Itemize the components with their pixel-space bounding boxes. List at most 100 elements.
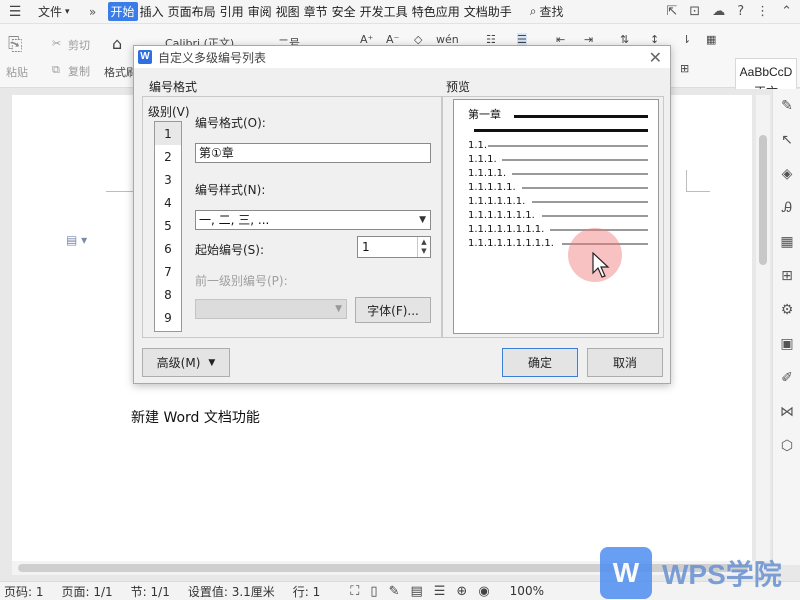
hamburger-menu-icon[interactable]: ☰	[0, 4, 30, 20]
dialog-title-bar: W 自定义多级编号列表 ✕	[134, 46, 670, 68]
borders-icon[interactable]: ⊞	[680, 62, 689, 75]
paste-button[interactable]: 粘贴	[6, 64, 28, 80]
page-view-icon[interactable]: ▤	[410, 584, 422, 599]
level-item-1[interactable]: 1	[155, 122, 181, 145]
tab-features[interactable]: 特色应用	[410, 3, 462, 20]
level-item-8[interactable]: 8	[155, 283, 181, 306]
preview-line	[488, 145, 648, 147]
apps-icon[interactable]: ⊞	[773, 259, 800, 293]
spinner-buttons[interactable]: ▲ ▼	[417, 237, 430, 257]
shapes-icon[interactable]: ◈	[773, 157, 800, 191]
font-button[interactable]: 字体(F)...	[355, 297, 431, 323]
chevron-down-icon: ▾	[65, 6, 70, 17]
custom-multilevel-list-dialog: W 自定义多级编号列表 ✕ 编号格式 级别(V) 1 2 3 4 5 6 7 8…	[133, 45, 671, 384]
preview-number: 1.1.1.	[468, 153, 497, 165]
preview-heading: 第一章	[468, 108, 501, 121]
preview-row-3: 1.1.1.	[468, 153, 497, 165]
start-at-spinner[interactable]: 1 ▲ ▼	[357, 236, 431, 258]
status-page-number: 页码: 1	[4, 584, 44, 599]
level-item-9[interactable]: 9	[155, 306, 181, 329]
adjust-icon[interactable]: ⚙	[773, 293, 800, 327]
help-icon[interactable]: ?	[737, 4, 744, 19]
spin-down-icon[interactable]: ▼	[421, 247, 426, 256]
level-item-3[interactable]: 3	[155, 168, 181, 191]
sort-icon[interactable]: ⇂	[682, 33, 691, 46]
tab-references[interactable]: 引用	[218, 3, 246, 20]
preview-row-4: 1.1.1.1.	[468, 167, 506, 179]
level-list[interactable]: 1 2 3 4 5 6 7 8 9	[154, 121, 182, 332]
advanced-button[interactable]: 高级(M) ▼	[142, 348, 230, 377]
close-icon[interactable]: ✕	[649, 48, 662, 67]
outline-view-icon[interactable]: ☰	[434, 584, 446, 599]
search-icon: ⌕	[529, 4, 537, 18]
menu-bar: ☰ 文件 ▾ » 开始 插入 页面布局 引用 审阅 视图 章节 安全 开发工具 …	[0, 0, 800, 24]
document-icon[interactable]: ▤ ▾	[66, 233, 87, 247]
shield-icon[interactable]: ⬡	[773, 429, 800, 463]
tab-security[interactable]: 安全	[330, 3, 358, 20]
copy-button[interactable]: 复制	[68, 63, 90, 79]
preview-line	[502, 159, 648, 161]
collapse-icon[interactable]: ⌃	[781, 4, 792, 19]
save-cloud-icon[interactable]: ⊡	[689, 4, 700, 19]
more-icon[interactable]: »	[78, 5, 108, 19]
cancel-button[interactable]: 取消	[587, 348, 663, 377]
number-style-select[interactable]: 一, 二, 三, ... ▼	[195, 210, 431, 230]
status-setting: 设置值: 3.1厘米	[187, 584, 275, 599]
tab-insert[interactable]: 插入	[138, 3, 166, 20]
tab-review[interactable]: 审阅	[246, 3, 274, 20]
preview-line	[512, 173, 648, 175]
select-icon[interactable]: ↖	[773, 123, 800, 157]
edit-icon[interactable]: ✐	[773, 361, 800, 395]
vertical-scrollbar[interactable]	[756, 95, 770, 561]
paste-icon[interactable]: ⎘	[8, 34, 22, 55]
tab-home[interactable]: 开始	[107, 2, 138, 21]
preview-row-2: 1.1.	[468, 139, 487, 151]
level-item-2[interactable]: 2	[155, 145, 181, 168]
preview-number: 1.1.1.1.1.1.1.1.1.	[468, 237, 554, 249]
tab-view[interactable]: 视图	[274, 3, 302, 20]
status-pages: 页面: 1/1	[61, 584, 113, 599]
pen-icon[interactable]: ✎	[773, 89, 800, 123]
sync-icon[interactable]: ☁	[712, 4, 725, 19]
number-style-value: 一, 二, 三, ...	[199, 213, 270, 227]
tab-developer[interactable]: 开发工具	[358, 3, 410, 20]
grid-icon[interactable]: ▦	[773, 225, 800, 259]
vertical-scroll-thumb[interactable]	[759, 135, 767, 265]
level-label: 级别(V)	[148, 105, 190, 119]
previous-level-select: ▼	[195, 299, 347, 319]
level-item-5[interactable]: 5	[155, 214, 181, 237]
image-icon[interactable]: ▣	[773, 327, 800, 361]
advanced-label: 高级(M)	[156, 356, 201, 370]
share-icon[interactable]: ⇱	[666, 4, 677, 19]
preview-section-label: 预览	[446, 80, 471, 94]
tab-chapter[interactable]: 章节	[302, 3, 330, 20]
crop-mark-top-left	[106, 170, 134, 192]
ok-button[interactable]: 确定	[502, 348, 578, 377]
eye-icon[interactable]: ◉	[478, 584, 489, 599]
tab-doc-assistant[interactable]: 文档助手	[462, 3, 514, 20]
more-options-icon[interactable]: ⋮	[756, 4, 769, 19]
preview-row-8: 1.1.1.1.1.1.1.1.	[468, 223, 544, 235]
level-item-6[interactable]: 6	[155, 237, 181, 260]
search-button[interactable]: ⌕ 查找	[530, 3, 564, 20]
share-sidebar-icon[interactable]: ⋈	[773, 395, 800, 429]
level-item-4[interactable]: 4	[155, 191, 181, 214]
web-view-icon[interactable]: ⊕	[456, 584, 467, 599]
previous-level-label: 前一级别编号(P):	[195, 274, 288, 288]
style-icon[interactable]: Ꭿ	[773, 191, 800, 225]
spin-up-icon[interactable]: ▲	[421, 238, 426, 247]
cut-button[interactable]: 剪切	[68, 37, 90, 53]
preview-number: 1.1.1.1.	[468, 167, 507, 179]
number-format-input[interactable]: 第①章	[195, 143, 431, 163]
fullscreen-icon[interactable]: ⛶	[350, 584, 359, 599]
level-item-7[interactable]: 7	[155, 260, 181, 283]
file-menu[interactable]: 文件 ▾	[30, 3, 78, 20]
document-body-text[interactable]: 新建 Word 文档功能	[131, 407, 260, 427]
reading-view-icon[interactable]: ▯	[370, 584, 377, 599]
number-format-section-label: 编号格式	[149, 80, 198, 94]
zoom-level[interactable]: 100%	[510, 584, 544, 598]
pen-mode-icon[interactable]: ✎	[389, 584, 400, 599]
tab-page-layout[interactable]: 页面布局	[166, 3, 218, 20]
start-at-label: 起始编号(S):	[195, 243, 265, 257]
table-icon[interactable]: ▦	[706, 33, 716, 46]
